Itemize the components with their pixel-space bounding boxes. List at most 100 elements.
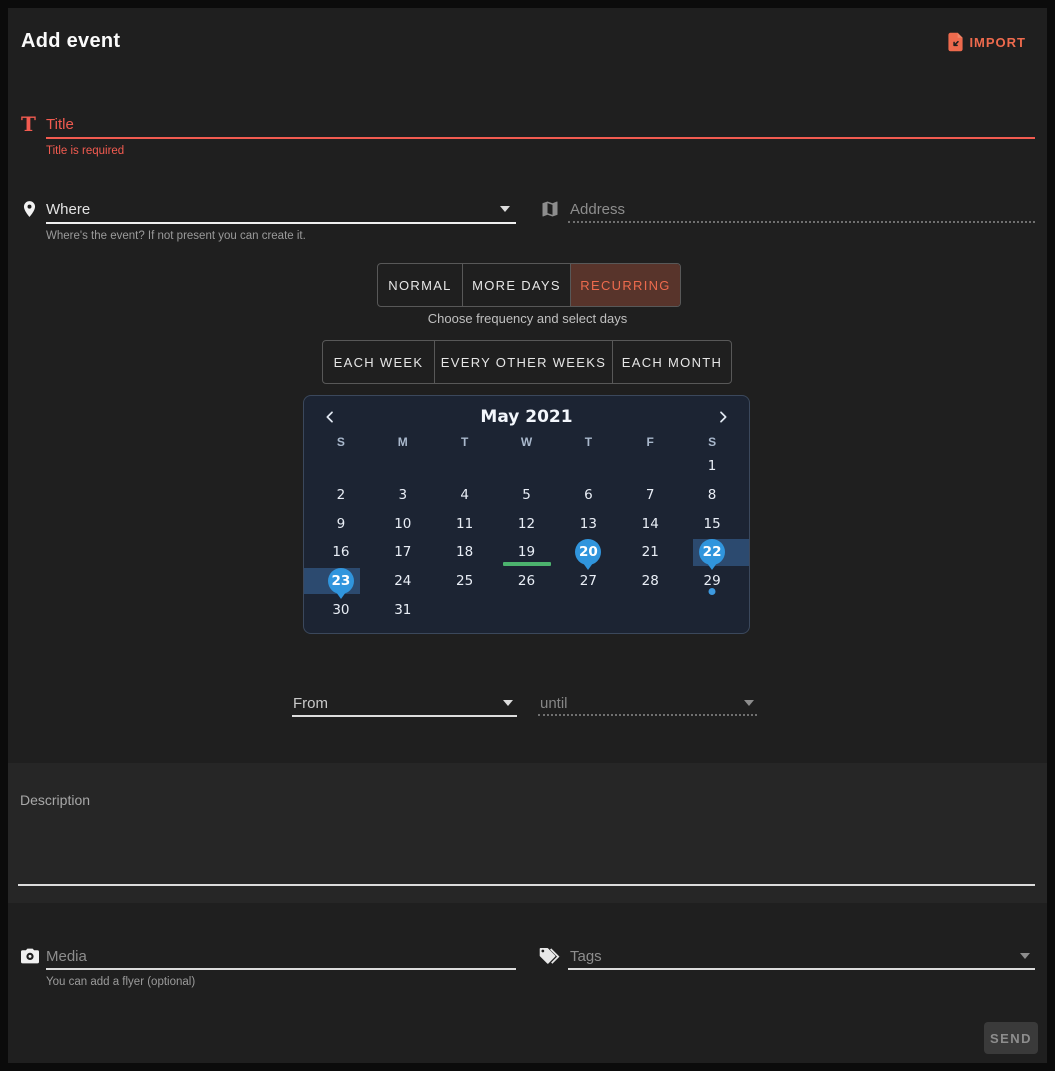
tags-select[interactable]: Tags xyxy=(570,948,602,965)
address-underline xyxy=(568,221,1035,223)
where-helper-text: Where's the event? If not present you ca… xyxy=(46,230,306,242)
calendar-day-7[interactable]: 7 xyxy=(619,481,681,510)
calendar-day-25[interactable]: 25 xyxy=(434,567,496,596)
until-select[interactable]: until xyxy=(540,695,568,712)
chevron-right-icon xyxy=(715,409,731,425)
calendar-day-2[interactable]: 2 xyxy=(310,481,372,510)
calendar-week-row: 16171819202122 xyxy=(310,538,743,567)
calendar-day-8[interactable]: 8 xyxy=(681,481,743,510)
calendar-dow-label: S xyxy=(310,432,372,452)
tags-icon xyxy=(538,946,561,967)
calendar-prev-button[interactable] xyxy=(318,405,342,429)
address-input[interactable]: Address xyxy=(570,201,625,218)
frequency-button-group: EACH WEEK EVERY OTHER WEEKS EACH MONTH xyxy=(322,340,732,384)
media-helper-text: You can add a flyer (optional) xyxy=(46,976,195,988)
description-underline xyxy=(18,884,1035,886)
calendar-day-14[interactable]: 14 xyxy=(619,509,681,538)
calendar-next-button[interactable] xyxy=(711,405,735,429)
calendar-dow-label: T xyxy=(557,432,619,452)
description-input[interactable]: Description xyxy=(20,792,90,808)
calendar-day-9[interactable]: 9 xyxy=(310,509,372,538)
calendar-day-23[interactable]: 23 xyxy=(310,567,372,596)
calendar-week-row: 23242526272829 xyxy=(310,567,743,596)
from-underline xyxy=(292,715,517,717)
calendar-empty-cell xyxy=(557,595,619,624)
where-underline xyxy=(46,222,516,224)
tags-caret-icon[interactable] xyxy=(1020,953,1030,959)
calendar-weeks: 1234567891011121314151617181920212223242… xyxy=(310,452,743,624)
file-import-icon xyxy=(947,32,964,52)
calendar-day-3[interactable]: 3 xyxy=(372,481,434,510)
tab-recurring[interactable]: RECURRING xyxy=(570,264,680,306)
mode-tab-group: NORMAL MORE DAYS RECURRING xyxy=(377,263,681,307)
page-title: Add event xyxy=(21,30,120,53)
chevron-left-icon xyxy=(322,409,338,425)
calendar-day-16[interactable]: 16 xyxy=(310,538,372,567)
calendar-empty-cell xyxy=(434,595,496,624)
calendar-day-10[interactable]: 10 xyxy=(372,509,434,538)
calendar-day-31[interactable]: 31 xyxy=(372,595,434,624)
calendar-dow-label: W xyxy=(496,432,558,452)
calendar-day-13[interactable]: 13 xyxy=(557,509,619,538)
frequency-caption: Choose frequency and select days xyxy=(8,311,1047,326)
calendar-day-6[interactable]: 6 xyxy=(557,481,619,510)
tab-normal[interactable]: NORMAL xyxy=(378,264,462,306)
where-select[interactable]: Where xyxy=(46,201,90,218)
media-underline xyxy=(46,968,516,970)
where-caret-icon[interactable] xyxy=(500,206,510,212)
calendar-empty-cell xyxy=(557,452,619,481)
description-section: Description xyxy=(8,763,1047,903)
calendar-header: May 2021 xyxy=(310,402,743,432)
calendar-day-28[interactable]: 28 xyxy=(619,567,681,596)
calendar-day-12[interactable]: 12 xyxy=(496,509,558,538)
calendar-day-20[interactable]: 20 xyxy=(557,538,619,567)
calendar-day-1[interactable]: 1 xyxy=(681,452,743,481)
media-input[interactable]: Media xyxy=(46,948,87,965)
title-underline xyxy=(46,137,1035,139)
calendar-dow-label: F xyxy=(619,432,681,452)
calendar-week-row: 9101112131415 xyxy=(310,509,743,538)
calendar-day-5[interactable]: 5 xyxy=(496,481,558,510)
each-month-button[interactable]: EACH MONTH xyxy=(612,341,731,383)
map-icon xyxy=(540,199,560,219)
calendar-day-15[interactable]: 15 xyxy=(681,509,743,538)
calendar-empty-cell xyxy=(434,452,496,481)
import-label: IMPORT xyxy=(969,35,1026,50)
calendar-dow-label: M xyxy=(372,432,434,452)
tags-underline xyxy=(568,968,1035,970)
calendar-day-26[interactable]: 26 xyxy=(496,567,558,596)
calendar-day-4[interactable]: 4 xyxy=(434,481,496,510)
calendar-day-29[interactable]: 29 xyxy=(681,567,743,596)
calendar-day-11[interactable]: 11 xyxy=(434,509,496,538)
from-select[interactable]: From xyxy=(293,695,328,712)
calendar-dow-label: T xyxy=(434,432,496,452)
calendar-week-row: 3031 xyxy=(310,595,743,624)
each-week-button[interactable]: EACH WEEK xyxy=(323,341,434,383)
tab-more-days[interactable]: MORE DAYS xyxy=(462,264,570,306)
calendar-day-24[interactable]: 24 xyxy=(372,567,434,596)
import-button[interactable]: IMPORT xyxy=(947,32,1026,52)
until-underline xyxy=(538,714,757,716)
calendar-month-title: May 2021 xyxy=(480,407,572,427)
location-pin-icon xyxy=(20,198,39,220)
calendar-day-30[interactable]: 30 xyxy=(310,595,372,624)
until-caret-icon[interactable] xyxy=(744,700,754,706)
calendar: May 2021 SMTWTFS 12345678910111213141516… xyxy=(303,395,750,634)
title-T-icon: T xyxy=(21,112,36,136)
calendar-empty-cell xyxy=(496,452,558,481)
camera-icon xyxy=(20,947,40,965)
from-caret-icon[interactable] xyxy=(503,700,513,706)
calendar-day-19[interactable]: 19 xyxy=(496,538,558,567)
calendar-day-21[interactable]: 21 xyxy=(619,538,681,567)
calendar-day-27[interactable]: 27 xyxy=(557,567,619,596)
calendar-empty-cell xyxy=(619,452,681,481)
every-other-weeks-button[interactable]: EVERY OTHER WEEKS xyxy=(434,341,612,383)
calendar-empty-cell xyxy=(310,452,372,481)
title-input[interactable]: Title xyxy=(46,116,74,133)
calendar-day-18[interactable]: 18 xyxy=(434,538,496,567)
calendar-day-22[interactable]: 22 xyxy=(681,538,743,567)
send-button[interactable]: SEND xyxy=(984,1022,1038,1054)
calendar-week-row: 2345678 xyxy=(310,481,743,510)
calendar-day-17[interactable]: 17 xyxy=(372,538,434,567)
calendar-empty-cell xyxy=(372,452,434,481)
